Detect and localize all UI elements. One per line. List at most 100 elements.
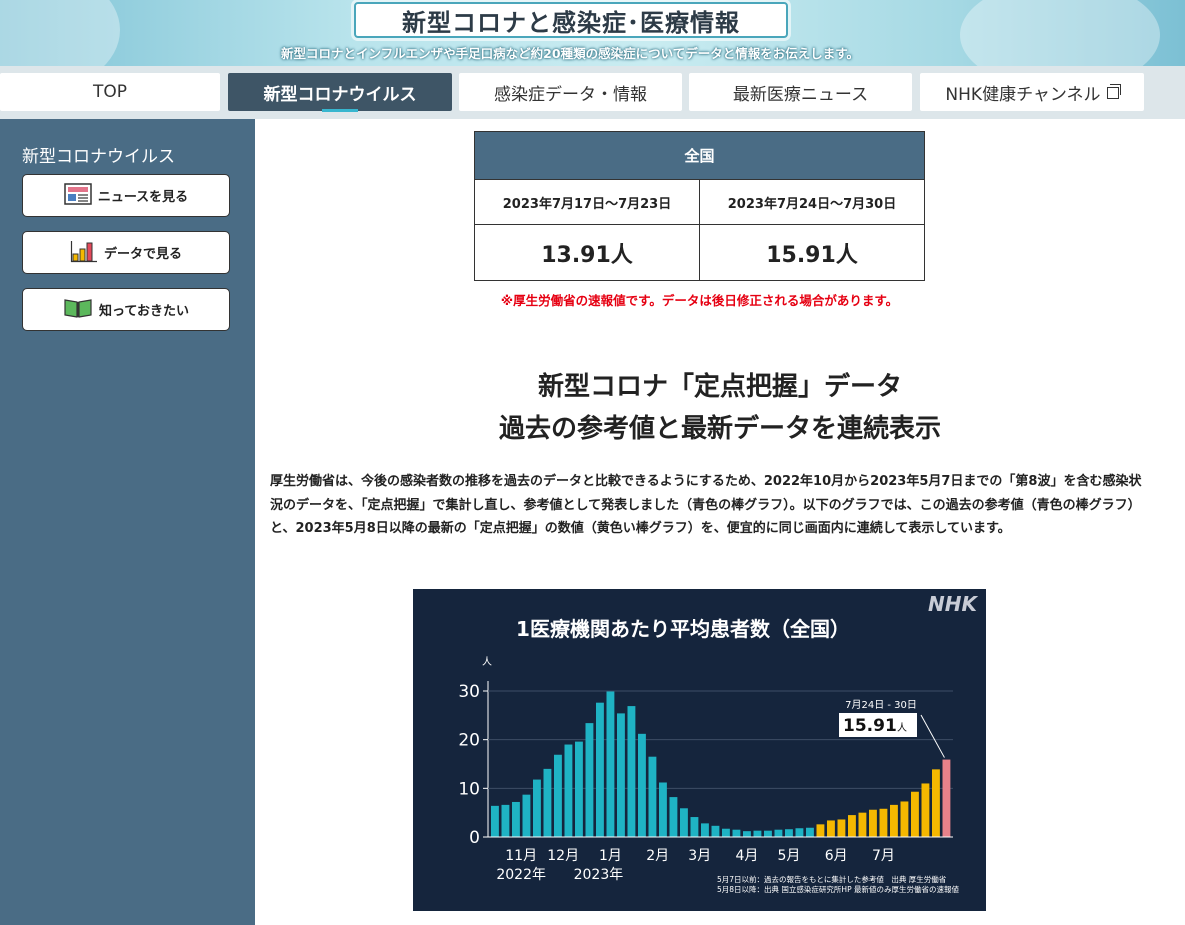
- callout-value: 15.91: [843, 716, 897, 736]
- reference-bar: [606, 691, 615, 837]
- month-label: 7月: [872, 848, 895, 864]
- reference-bar: [806, 827, 814, 837]
- period-latest: 2023年7月24日～7月30日: [699, 179, 925, 225]
- table-header: 全国: [474, 131, 925, 180]
- reference-bar: [533, 779, 541, 837]
- reference-bar: [795, 828, 804, 837]
- reference-bar: [764, 830, 772, 837]
- chart-title: 1医療機関あたり平均患者数（全国）: [516, 617, 850, 641]
- y-tick-label: 20: [458, 731, 480, 751]
- sidebar: 新型コロナウイルス ニュースを見る データで見る 知っておきたい: [0, 119, 255, 925]
- reference-bar: [732, 829, 741, 837]
- reference-bar: [522, 794, 531, 837]
- tab-top[interactable]: TOP: [0, 73, 220, 111]
- reference-bar: [680, 808, 688, 837]
- reference-bar: [659, 782, 667, 837]
- month-label: 3月: [688, 848, 711, 864]
- chart-footnote-2: 5月8日以降：出典 国立感染症研究所HP 最新値のみ厚生労働省の速報値: [717, 884, 959, 894]
- reference-bar: [648, 756, 657, 837]
- latest-bar: [837, 819, 846, 837]
- callout-leader-line: [920, 714, 945, 758]
- reference-bar: [585, 723, 594, 837]
- callout-date: 7月24日 - 30日: [845, 699, 917, 711]
- month-label: 6月: [825, 848, 848, 864]
- data-button[interactable]: データで見る: [22, 231, 230, 274]
- news-icon: [64, 182, 92, 209]
- tab-medical-news[interactable]: 最新医療ニュース: [689, 73, 912, 111]
- y-tick-label: 0: [469, 828, 480, 848]
- data-button-label: データで見る: [103, 247, 182, 262]
- value-latest: 15.91人: [699, 224, 925, 281]
- news-button[interactable]: ニュースを見る: [22, 174, 230, 217]
- reference-bar: [617, 713, 625, 837]
- tab-covid[interactable]: 新型コロナウイルス: [228, 73, 452, 112]
- reference-bar: [501, 804, 510, 837]
- month-label: 12月: [547, 848, 579, 864]
- latest-bar: [827, 820, 835, 837]
- month-label: 11月: [505, 848, 537, 864]
- latest-bar: [848, 815, 856, 837]
- reference-bar: [690, 817, 699, 837]
- reference-bar: [638, 733, 646, 837]
- reference-bar: [743, 831, 751, 837]
- latest-bar: [911, 791, 919, 837]
- chart-footnote-1: 5月7日以前：過去の報告をもとに集計した参考値 出典 厚生労働省: [717, 874, 947, 884]
- reference-bar: [512, 801, 520, 837]
- site-title[interactable]: 新型コロナと感染症･医療情報: [402, 3, 740, 38]
- latest-bar: [869, 809, 877, 837]
- reference-bar: [722, 828, 730, 837]
- bar-chart-icon: [70, 239, 98, 267]
- reference-bar: [564, 744, 573, 837]
- site-subtitle: 新型コロナとインフルエンザや手足口病など約20種類の感染症についてデータと情報を…: [281, 46, 859, 61]
- preliminary-note: ※厚生労働省の速報値です。データは後日修正される場合があります。: [500, 293, 899, 308]
- latest-bar: [900, 801, 909, 837]
- latest-bar: [932, 769, 940, 837]
- reference-bar: [543, 768, 552, 837]
- sidebar-title: 新型コロナウイルス: [22, 147, 175, 167]
- latest-bar: [890, 804, 898, 837]
- reference-bar: [627, 706, 636, 837]
- external-link-icon: [1106, 84, 1121, 99]
- tab-covid-label: 新型コロナウイルス: [263, 84, 417, 105]
- y-tick-label: 10: [458, 779, 480, 799]
- reference-bar: [491, 805, 499, 837]
- reference-bar: [596, 702, 604, 837]
- section-title: 新型コロナ「定点把握」データ 過去の参考値と最新データを連続表示: [255, 366, 1185, 450]
- reference-bar: [753, 830, 762, 837]
- know-button[interactable]: 知っておきたい: [22, 288, 230, 331]
- year-label: 2023年: [574, 867, 624, 883]
- section-title-line1: 新型コロナ「定点把握」データ: [537, 372, 902, 402]
- patients-chart: 1医療機関あたり平均患者数（全国） NHK 人 0 10 20 30 11月 12月 1月 2月 3月…: [413, 589, 986, 911]
- period-previous: 2023年7月17日～7月23日: [474, 179, 700, 225]
- reference-bar: [774, 829, 783, 837]
- highlight-bar: [942, 759, 951, 837]
- site-title-box[interactable]: 新型コロナと感染症･医療情報: [354, 2, 788, 38]
- reference-bar: [785, 829, 793, 837]
- main-nav: TOP 新型コロナウイルス 感染症データ・情報 最新医療ニュース NHK健康チャ…: [0, 66, 1185, 119]
- y-tick-label: 30: [458, 682, 480, 702]
- tab-nhk-health-label: NHK健康チャンネル: [945, 84, 1101, 105]
- summary-table-wrap: 全国 2023年7月17日～7月23日 2023年7月24日～7月30日 13.…: [474, 131, 925, 281]
- site-header: 新型コロナと感染症･医療情報 新型コロナとインフルエンザや手足口病など約20種類…: [0, 0, 1185, 66]
- reference-bar: [669, 797, 678, 837]
- active-tab-indicator: [322, 109, 358, 112]
- latest-bar: [816, 824, 825, 837]
- tab-medical-news-label: 最新医療ニュース: [732, 84, 869, 105]
- year-label: 2022年: [496, 867, 546, 883]
- know-button-label: 知っておきたい: [99, 304, 189, 319]
- latest-bar: [858, 812, 867, 837]
- description-text: 厚生労働省は、今後の感染者数の推移を過去のデータと比較できるようにするため、20…: [270, 474, 1142, 536]
- latest-bar: [921, 783, 930, 837]
- y-axis-unit: 人: [482, 656, 492, 668]
- month-label: 4月: [735, 848, 758, 864]
- latest-bar: [879, 808, 888, 837]
- month-label: 2月: [646, 848, 669, 864]
- callout-unit: 人: [897, 722, 907, 734]
- month-label: 5月: [777, 848, 800, 864]
- reference-bar: [554, 754, 562, 837]
- tab-nhk-health[interactable]: NHK健康チャンネル: [920, 73, 1144, 111]
- news-button-label: ニュースを見る: [97, 190, 189, 205]
- reference-bar: [701, 823, 709, 837]
- summary-table: 全国 2023年7月17日～7月23日 2023年7月24日～7月30日 13.…: [474, 131, 925, 281]
- tab-infectious-disease[interactable]: 感染症データ・情報: [459, 73, 682, 111]
